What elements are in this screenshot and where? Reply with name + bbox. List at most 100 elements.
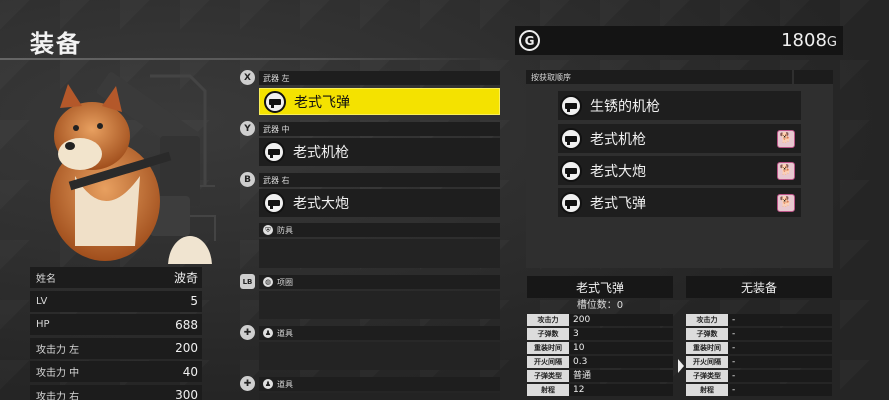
armor-icon: ⛨ — [263, 225, 273, 235]
inventory-item[interactable]: 生锈的机枪 — [558, 91, 801, 120]
stats-panel: 姓名 波奇 LV 5 HP 688 攻击力 左 200 攻击力 中 40 攻击力… — [30, 267, 202, 400]
compare-label: 开火间隔 — [686, 355, 728, 368]
compare-value: - — [728, 313, 832, 326]
stat-value: 688 — [175, 317, 198, 332]
x-button-icon: X — [240, 70, 255, 85]
compare-row: 攻击力 200 — [527, 313, 673, 326]
slot-count: 槽位数：0 — [576, 300, 624, 311]
stat-row-lv: LV 5 — [30, 290, 202, 312]
compare-value: - — [728, 355, 832, 368]
slot-header: 武器 右 — [259, 173, 500, 187]
compare-row: 攻击力 - — [686, 313, 832, 326]
stat-value: 波奇 — [173, 271, 198, 285]
compare-row: 子弹类型 普通 — [527, 369, 673, 382]
collar-slot-button[interactable] — [259, 291, 500, 319]
compare-panel-current: 无装备 攻击力 - 子弹数 - 重装时间 - 开火间隔 - 子弹类型 - 射程 - — [686, 276, 832, 397]
compare-label: 开火间隔 — [527, 355, 569, 368]
sort-label[interactable]: 按获取顺序 — [526, 70, 792, 84]
gold-value: 1808 — [781, 30, 827, 51]
item-name: 老式大炮 — [590, 163, 646, 180]
dog-icon: 🐕 — [777, 193, 795, 212]
slot-label: 防具 — [277, 225, 293, 235]
character-portrait — [30, 66, 220, 296]
compare-label: 子弹数 — [686, 327, 728, 340]
stat-value: 40 — [182, 364, 198, 379]
dpad-left-icon: ✚ — [240, 376, 255, 391]
slot-label: 武器 左 — [263, 73, 290, 83]
compare-label: 子弹类型 — [527, 369, 569, 382]
gold-unit: G — [826, 35, 837, 50]
stat-value: 300 — [175, 388, 198, 400]
y-button-icon: Y — [240, 121, 255, 136]
item-1-slot-button[interactable] — [259, 342, 500, 370]
gold-amount: 1808G — [781, 30, 837, 51]
weapon-right-slot-button[interactable]: 老式大炮 — [259, 189, 500, 217]
weapon-name: 老式大炮 — [293, 196, 349, 212]
stat-label: LV — [36, 295, 48, 307]
compare-value: - — [728, 341, 832, 354]
slot-item-1: ✚ ♟ 道具 — [240, 325, 500, 371]
compare-arrow-icon — [678, 359, 684, 373]
compare-row: 子弹数 - — [686, 327, 832, 340]
missile-icon — [560, 191, 582, 214]
inventory-item[interactable]: 老式大炮 🐕 — [558, 156, 801, 185]
machine-gun-icon — [560, 127, 582, 150]
item-bag-icon: ♟ — [263, 328, 273, 338]
compare-value: - — [728, 369, 832, 382]
scroll-track — [794, 70, 833, 84]
slot-header: 武器 左 — [259, 71, 500, 85]
compare-label: 子弹类型 — [686, 369, 728, 382]
lb-button-icon: LB — [240, 274, 255, 289]
weapon-name: 老式飞弹 — [294, 94, 350, 111]
weapon-mid-slot-button[interactable]: 老式机枪 — [259, 138, 500, 166]
gold-coin-icon: G — [519, 30, 540, 51]
compare-value: 12 — [569, 383, 673, 396]
weapon-left-slot-button[interactable]: 老式飞弹 — [259, 88, 500, 115]
dog-icon: 🐕 — [777, 129, 795, 148]
compare-panel-selected: 老式飞弹 槽位数：0 攻击力 200 子弹数 3 重装时间 10 开火间隔 0.3 子弹… — [527, 276, 673, 397]
compare-value: 普通 — [569, 369, 673, 382]
weapon-name: 老式机枪 — [293, 145, 349, 161]
item-2-slot-button[interactable] — [259, 393, 500, 400]
stat-row-hp: HP 688 — [30, 314, 202, 335]
slot-item-2: ✚ ♟ 道具 — [240, 376, 500, 400]
compare-title: 无装备 — [686, 276, 832, 298]
compare-row: 射程 12 — [527, 383, 673, 396]
item-name: 老式飞弹 — [590, 195, 646, 212]
slot-label: 武器 右 — [263, 175, 290, 185]
stat-label: HP — [36, 319, 50, 330]
slot-label: 道具 — [277, 379, 293, 389]
item-name: 生锈的机枪 — [590, 98, 660, 115]
inventory-list-panel: 按获取顺序 生锈的机枪 老式机枪 🐕 老式大炮 🐕 老式飞弹 🐕 — [526, 70, 833, 268]
slot-label: 道具 — [277, 328, 293, 338]
compare-label: 子弹数 — [527, 327, 569, 340]
b-button-icon: B — [240, 172, 255, 187]
slot-weapon-mid: Y 武器 中 老式机枪 — [240, 121, 500, 167]
inventory-item[interactable]: 老式机枪 🐕 — [558, 124, 801, 153]
inventory-item[interactable]: 老式飞弹 🐕 — [558, 188, 801, 217]
armor-slot-button[interactable] — [259, 239, 500, 268]
collar-icon: ◍ — [263, 277, 273, 287]
compare-row: 重装时间 - — [686, 341, 832, 354]
slot-header: ⛨ 防具 — [259, 223, 500, 237]
cannon-icon — [560, 159, 582, 182]
stat-label: 攻击力 中 — [36, 368, 80, 379]
machine-gun-icon — [560, 94, 582, 117]
compare-label: 射程 — [686, 383, 728, 396]
compare-row: 射程 - — [686, 383, 832, 396]
gold-bar: G 1808G — [515, 26, 843, 55]
compare-label: 重装时间 — [686, 341, 728, 354]
compare-value: 3 — [569, 327, 673, 340]
compare-value: - — [728, 383, 832, 396]
stat-row-attack-left: 攻击力 左 200 — [30, 337, 202, 359]
slot-weapon-right: B 武器 右 老式大炮 — [240, 172, 500, 218]
slot-weapon-left: X 武器 左 老式飞弹 — [240, 70, 500, 116]
compare-label: 攻击力 — [527, 313, 569, 326]
machine-gun-icon — [263, 141, 285, 163]
stat-row-name: 姓名 波奇 — [30, 267, 202, 288]
stat-row-attack-mid: 攻击力 中 40 — [30, 361, 202, 382]
slot-header: 武器 中 — [259, 122, 500, 136]
compare-row: 开火间隔 0.3 — [527, 355, 673, 368]
dog-icon: 🐕 — [777, 161, 795, 180]
compare-value: 200 — [569, 313, 673, 326]
